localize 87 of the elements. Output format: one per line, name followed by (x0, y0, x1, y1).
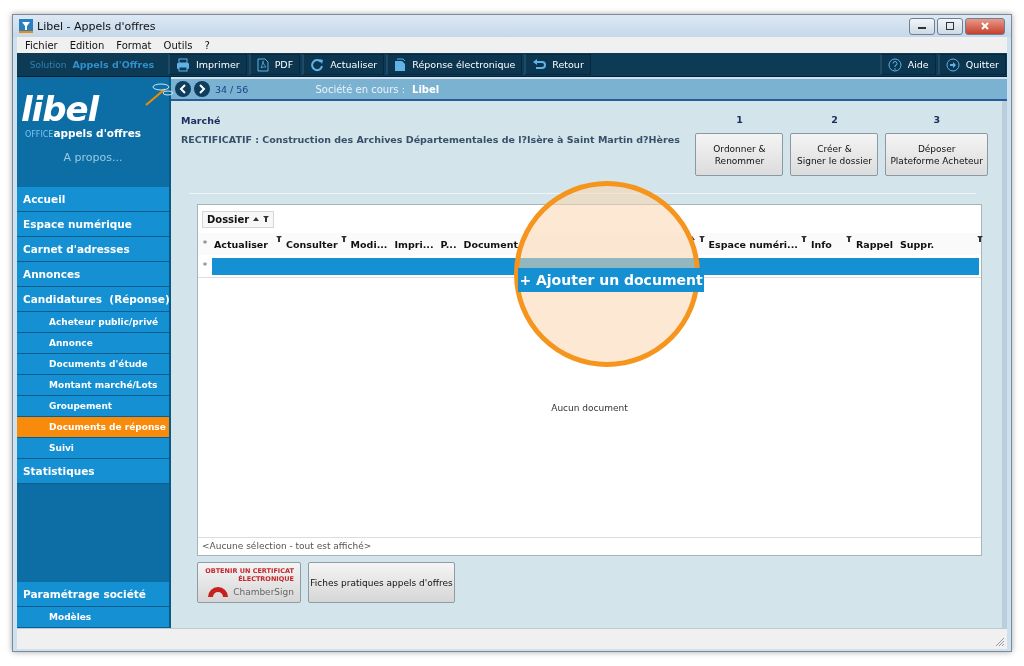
guide-button[interactable]: Fiches pratiques appels d'offres (308, 562, 455, 603)
step-button[interactable]: Créer & Signer le dossier (790, 133, 879, 176)
toolbar-button[interactable]: Retour (524, 54, 591, 75)
column-header[interactable]: P... (438, 233, 462, 255)
app-icon (19, 19, 33, 33)
submenu-item[interactable]: Documents d'étude (17, 354, 169, 375)
maximize-icon (946, 22, 954, 30)
step-number: 1 (736, 114, 743, 127)
document-icon (394, 57, 407, 72)
menu-item[interactable]: Accueil (17, 187, 169, 212)
submenu-item[interactable]: Montant marché/Lots (17, 375, 169, 396)
toolbar-button[interactable]: Réponse électronique (386, 54, 523, 75)
step-button[interactable]: Ordonner & Renommer (695, 133, 784, 176)
menu-item[interactable]: Outils (157, 39, 199, 51)
new-row[interactable] (212, 257, 979, 275)
menu-item[interactable]: Fichier (19, 39, 64, 51)
column-header[interactable]: Suppr. (897, 233, 985, 255)
brand-name: Appels d'Offres (72, 59, 155, 70)
empty-message: Aucun document (551, 402, 628, 413)
filter-status: <Aucune sélection - tout est affiché> (198, 537, 981, 555)
toolbar-button[interactable]: PDF (248, 54, 301, 75)
column-header[interactable]: Consulter (284, 233, 349, 255)
close-button[interactable] (965, 17, 1005, 35)
submenu-item[interactable]: Annonce (17, 333, 169, 354)
company-label: Société en cours : (315, 83, 406, 95)
group-by-chip[interactable]: Dossier (202, 210, 275, 228)
filter-icon (263, 216, 270, 222)
toolbar-button[interactable]: Quitter (937, 54, 1006, 75)
filter-icon (340, 236, 347, 242)
menu-item[interactable]: Edition (63, 39, 111, 51)
toolbar-button[interactable]: Aide (879, 54, 936, 75)
step-button[interactable]: Déposer Plateforme Acheteur (885, 133, 988, 176)
filter-icon (276, 236, 282, 242)
add-document-button[interactable]: + Ajouter un document (518, 268, 704, 292)
row-marker: * (201, 261, 209, 271)
tender-title: RECTIFICATIF : Construction des Archives Départementales de l?Isère à Saint Martin d?Hères (181, 134, 680, 145)
company-name: Libel (412, 83, 440, 95)
column-header[interactable]: Impri... (392, 233, 439, 255)
menu-item[interactable]: Statistiques (17, 459, 169, 484)
submenu-item[interactable]: Acheteur public/privé (17, 312, 169, 333)
previous-button[interactable] (175, 81, 191, 97)
arch-icon (206, 585, 231, 597)
menu-item[interactable]: Annonces (17, 262, 169, 287)
row-marker: * (201, 239, 209, 249)
toolbar-button[interactable]: Actualiser (302, 54, 385, 75)
filter-icon (845, 236, 852, 242)
column-header[interactable]: Rappel (853, 233, 898, 255)
column-header[interactable]: Modi... (348, 233, 393, 255)
column-header[interactable]: Actualiser (212, 233, 284, 255)
menu-item[interactable]: Paramétrage société (17, 582, 169, 607)
dragonfly-icon (143, 81, 174, 107)
help-icon (887, 57, 902, 72)
filter-icon (976, 236, 983, 242)
pdf-file-icon (256, 57, 269, 72)
filter-icon (698, 236, 705, 242)
column-header[interactable]: Document (461, 233, 707, 255)
maximize-button[interactable] (937, 17, 963, 35)
menu-item[interactable]: ? (198, 39, 216, 51)
filter-icon (800, 236, 807, 242)
sort-up-icon (253, 217, 260, 221)
resize-grip-icon (995, 637, 1005, 647)
close-icon (981, 22, 989, 30)
record-position: 34 / 56 (215, 83, 249, 95)
submenu-item[interactable]: Groupement (17, 396, 169, 417)
chevron-right-icon (198, 84, 206, 94)
brand-prefix: Solution (29, 59, 67, 70)
printer-icon (176, 57, 190, 72)
next-button[interactable] (194, 81, 210, 97)
toolbar-button[interactable]: Imprimer (168, 54, 247, 75)
menu-item[interactable]: Format (110, 39, 158, 51)
column-header[interactable]: Espace numéri... (706, 233, 809, 255)
menu-item[interactable]: Candidatures (Réponse) (17, 287, 169, 312)
chevron-left-icon (179, 84, 187, 94)
submenu-item[interactable]: Suivi (17, 438, 169, 459)
step-number: 2 (831, 114, 838, 127)
column-header[interactable]: Info (808, 233, 854, 255)
exit-icon (945, 57, 960, 72)
refresh-icon (310, 57, 325, 72)
window-title: Libel - Appels d'offres (37, 19, 157, 33)
minimize-button[interactable] (909, 17, 935, 35)
back-arrow-icon (532, 57, 547, 72)
step-number: 3 (933, 114, 941, 127)
menu-item[interactable]: Espace numérique (17, 212, 169, 237)
section-heading: Marché (181, 115, 222, 126)
libel-logo: libel OFFICEappels d'offres (20, 91, 142, 139)
menu-item[interactable]: Carnet d'adresses (17, 237, 169, 262)
submenu-item[interactable]: Modèles (17, 607, 169, 628)
